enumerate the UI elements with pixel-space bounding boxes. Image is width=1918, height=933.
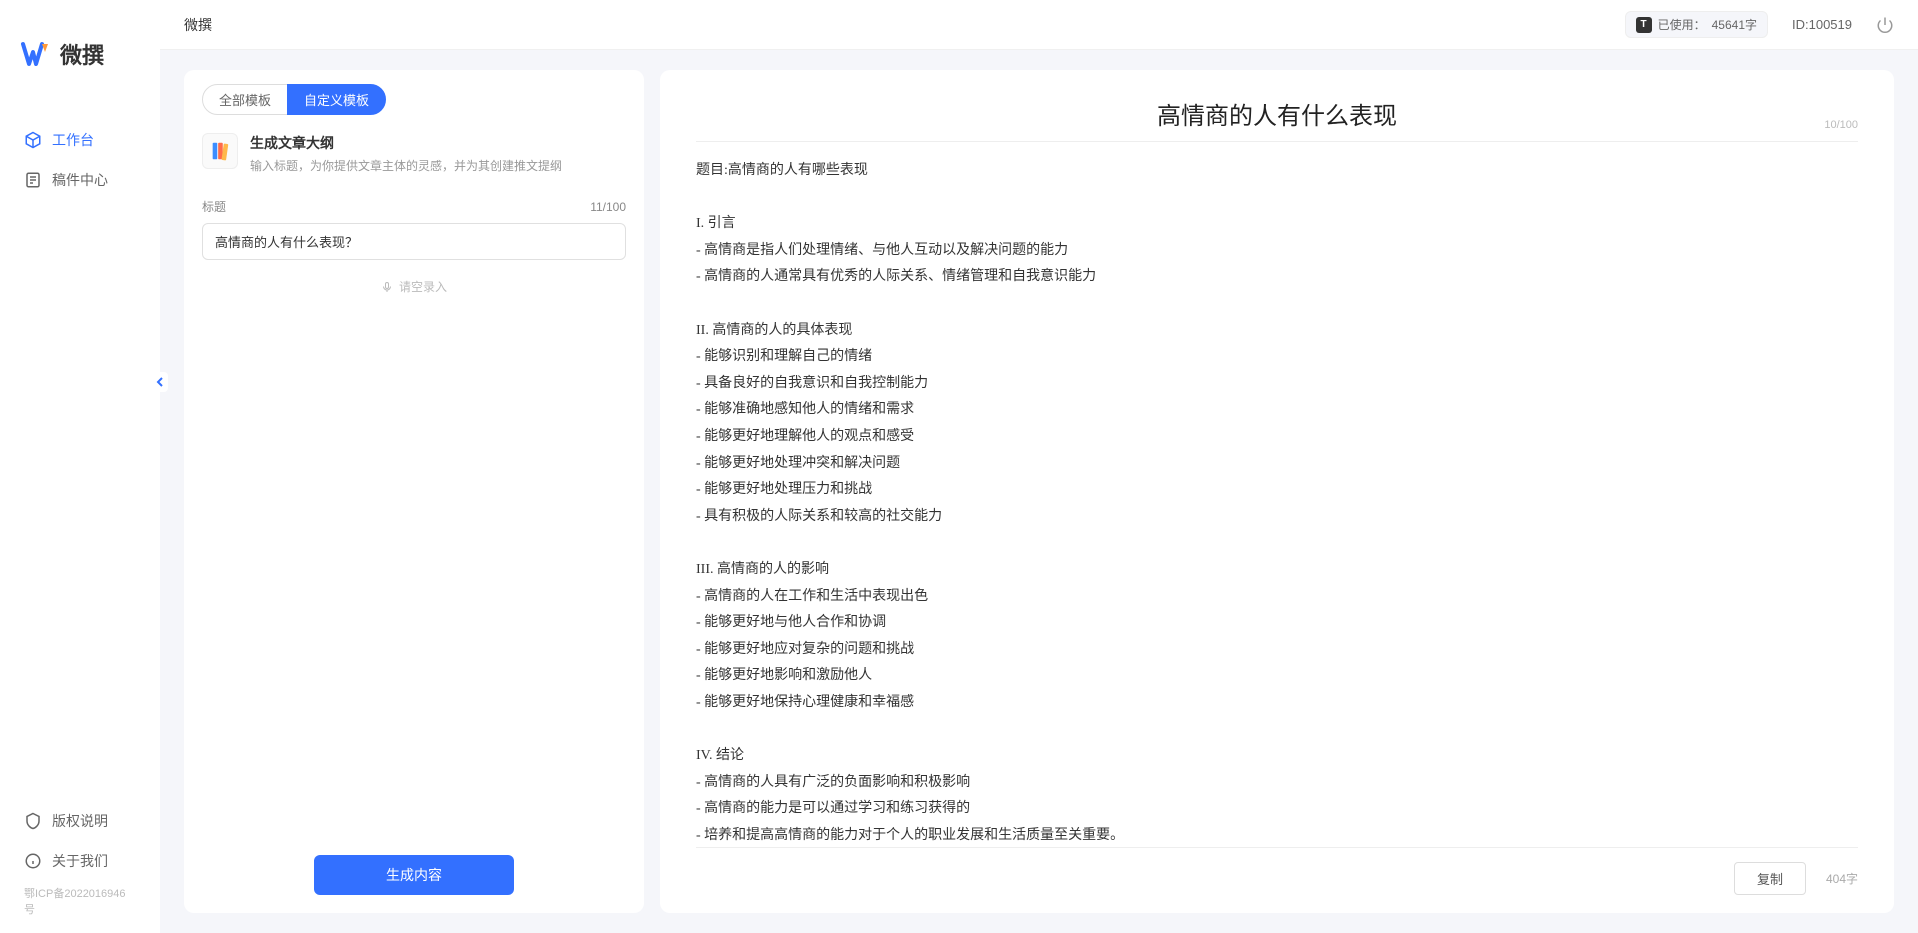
info-icon bbox=[24, 852, 42, 870]
logo: 微撰 bbox=[0, 0, 160, 90]
icp-text: 鄂ICP备2022016946号 bbox=[0, 881, 160, 917]
logo-icon bbox=[20, 38, 52, 70]
topbar-right: T 已使用： 45641字 ID:100519 bbox=[1625, 11, 1894, 38]
text-icon: T bbox=[1636, 17, 1652, 33]
tab-custom-templates[interactable]: 自定义模板 bbox=[287, 84, 386, 115]
config-footer: 生成内容 bbox=[184, 837, 644, 913]
voice-hint-text: 请空录入 bbox=[399, 278, 447, 295]
user-id: ID:100519 bbox=[1792, 17, 1852, 32]
mic-icon bbox=[381, 281, 393, 293]
copy-button[interactable]: 复制 bbox=[1734, 862, 1806, 895]
footer-item-label: 关于我们 bbox=[52, 851, 108, 871]
template-desc: 输入标题，为你提供文章主体的灵感，并为其创建推文提纲 bbox=[250, 157, 562, 174]
footer-item-label: 版权说明 bbox=[52, 811, 108, 831]
input-label: 标题 bbox=[202, 198, 226, 215]
form-section: 标题 11/100 请空录入 bbox=[184, 192, 644, 837]
usage-badge[interactable]: T 已使用： 45641字 bbox=[1625, 11, 1768, 38]
title-input[interactable] bbox=[202, 223, 626, 260]
config-panel: 全部模板 自定义模板 生成文章大纲 输入标题，为你提供文章主体的灵感，并为其创建… bbox=[184, 70, 644, 913]
panels: 全部模板 自定义模板 生成文章大纲 输入标题，为你提供文章主体的灵感，并为其创建… bbox=[160, 50, 1918, 933]
main: 微撰 T 已使用： 45641字 ID:100519 全部模板 bbox=[160, 0, 1918, 933]
cube-icon bbox=[24, 131, 42, 149]
logo-text: 微撰 bbox=[60, 38, 104, 70]
template-icon bbox=[202, 133, 238, 169]
sidebar-collapse-button[interactable] bbox=[152, 372, 168, 392]
output-title: 高情商的人有什么表现 bbox=[1157, 96, 1397, 131]
output-footer: 复制 404字 bbox=[696, 847, 1858, 895]
title-counter: 10/100 bbox=[1824, 119, 1858, 131]
footer-item-about[interactable]: 关于我们 bbox=[0, 841, 160, 881]
usage-value: 45641字 bbox=[1712, 16, 1757, 33]
breadcrumb: 微撰 bbox=[184, 15, 212, 35]
tab-all-templates[interactable]: 全部模板 bbox=[202, 84, 288, 115]
document-icon bbox=[24, 171, 42, 189]
shield-icon bbox=[24, 812, 42, 830]
generate-button[interactable]: 生成内容 bbox=[314, 855, 514, 895]
word-count: 404字 bbox=[1826, 870, 1858, 887]
usage-label: 已使用： bbox=[1658, 16, 1706, 33]
template-tabs: 全部模板 自定义模板 bbox=[184, 70, 644, 115]
output-title-row: 高情商的人有什么表现 10/100 bbox=[696, 96, 1858, 142]
output-panel: 高情商的人有什么表现 10/100 题目:高情商的人有哪些表现 I. 引言 - … bbox=[660, 70, 1894, 913]
power-icon[interactable] bbox=[1876, 16, 1894, 34]
nav: 工作台 稿件中心 bbox=[0, 90, 160, 801]
template-title: 生成文章大纲 bbox=[250, 133, 562, 153]
template-card: 生成文章大纲 输入标题，为你提供文章主体的灵感，并为其创建推文提纲 bbox=[184, 115, 644, 192]
nav-item-label: 稿件中心 bbox=[52, 170, 108, 190]
nav-item-drafts[interactable]: 稿件中心 bbox=[0, 160, 160, 200]
footer-item-copyright[interactable]: 版权说明 bbox=[0, 801, 160, 841]
form-label-row: 标题 11/100 bbox=[202, 198, 626, 215]
nav-item-label: 工作台 bbox=[52, 130, 94, 150]
nav-item-workbench[interactable]: 工作台 bbox=[0, 120, 160, 160]
voice-input-hint[interactable]: 请空录入 bbox=[202, 278, 626, 295]
sidebar: 微撰 工作台 稿件中心 版权 bbox=[0, 0, 160, 933]
topbar: 微撰 T 已使用： 45641字 ID:100519 bbox=[160, 0, 1918, 50]
output-body[interactable]: 题目:高情商的人有哪些表现 I. 引言 - 高情商是指人们处理情绪、与他人互动以… bbox=[696, 148, 1858, 847]
sidebar-footer: 版权说明 关于我们 鄂ICP备2022016946号 bbox=[0, 801, 160, 933]
input-counter: 11/100 bbox=[590, 200, 626, 214]
